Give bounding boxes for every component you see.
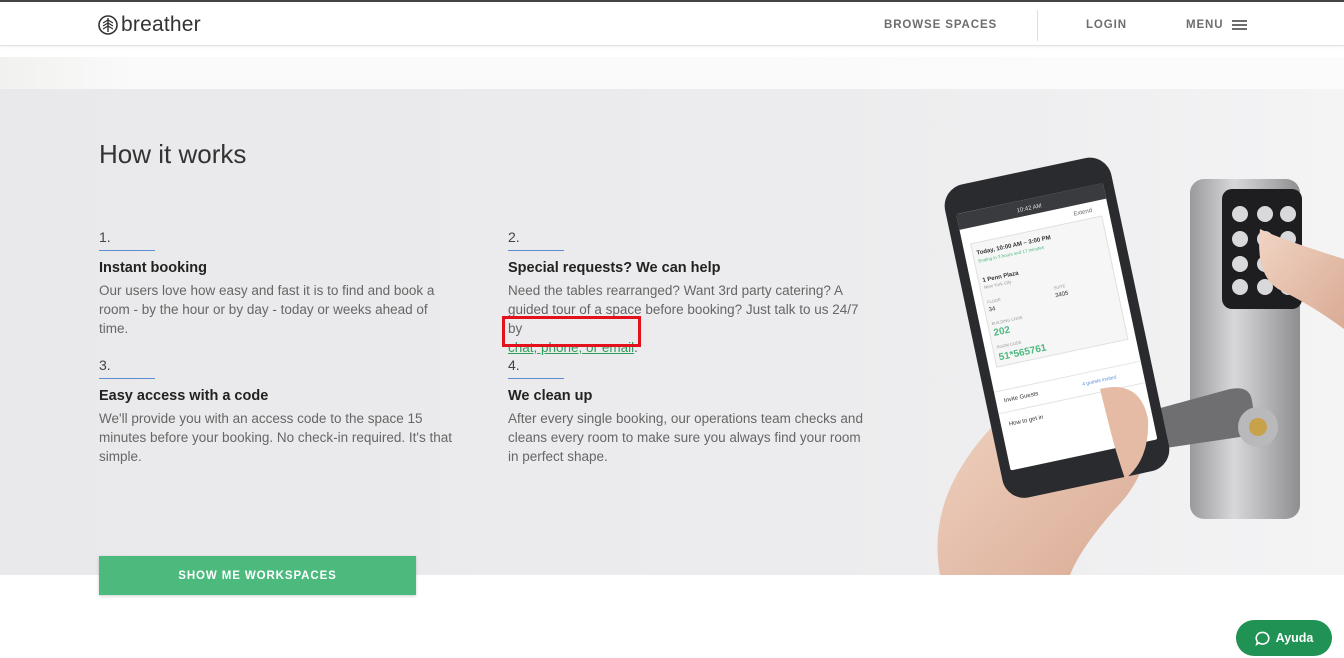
step-title: Instant booking [99, 260, 207, 276]
top-nav-bar: breather BROWSE SPACES LOGIN MENU [0, 0, 1344, 46]
step-text: We'll provide you with an access code to… [99, 411, 453, 464]
step-number: 3. [99, 357, 111, 373]
step-number: 1. [99, 229, 111, 245]
step-text: After every single booking, our operatio… [508, 411, 863, 464]
step-title: Special requests? We can help [508, 260, 721, 276]
menu-label: MENU [1186, 19, 1224, 31]
page-title: How it works [99, 139, 247, 169]
step-3: 3. Easy access with a code We'll provide… [99, 357, 459, 466]
show-me-workspaces-button[interactable]: SHOW ME WORKSPACES [99, 556, 416, 595]
step-4: 4. We clean up After every single bookin… [508, 357, 868, 466]
step-number: 2. [508, 229, 520, 245]
step-rule [99, 250, 155, 251]
browse-spaces-link[interactable]: BROWSE SPACES [884, 19, 997, 31]
step-number: 4. [508, 357, 520, 373]
logo-text: breather [121, 13, 201, 36]
breather-logo[interactable]: breather [98, 13, 201, 37]
step-rule [508, 250, 564, 251]
highlight-box [502, 316, 641, 347]
step-text: Our users love how easy and fast it is t… [99, 283, 435, 336]
nav-divider [1037, 10, 1038, 41]
phone-door-lock-photo: 10:42 AM Extend Today, 10:00 AM – 3:00 P… [900, 89, 1344, 575]
chat-widget-button[interactable]: Ayuda [1236, 620, 1332, 656]
chat-widget-label: Ayuda [1275, 631, 1314, 645]
login-link[interactable]: LOGIN [1086, 19, 1127, 31]
menu-button[interactable]: MENU [1186, 19, 1248, 31]
step-rule [99, 378, 155, 379]
breather-logo-icon [98, 15, 118, 35]
hamburger-icon [1232, 20, 1248, 30]
step-1: 1. Instant booking Our users love how ea… [99, 229, 459, 338]
step-title: We clean up [508, 388, 593, 404]
chat-bubble-icon [1255, 631, 1270, 646]
step-rule [508, 378, 564, 379]
section-divider-strip [0, 57, 1344, 89]
step-title: Easy access with a code [99, 388, 269, 404]
